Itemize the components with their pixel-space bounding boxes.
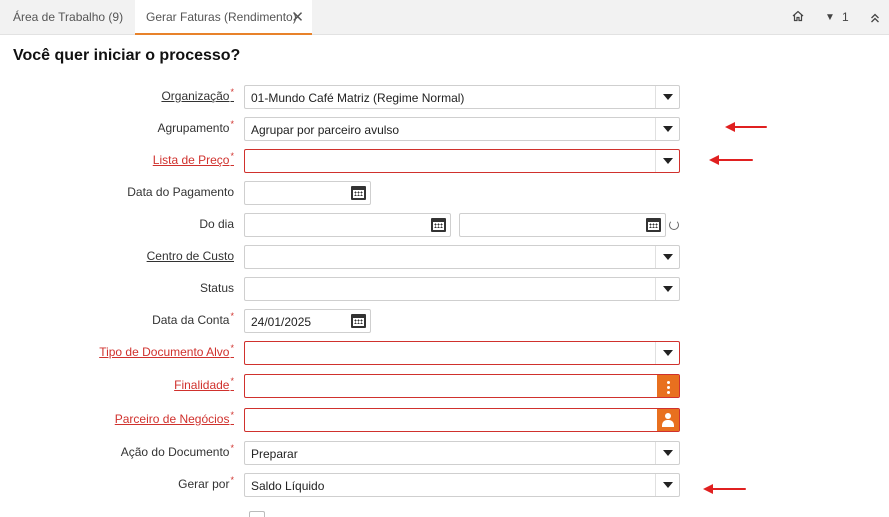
data-conta-label: Data da Conta* [152, 311, 234, 327]
window-count: 1 [842, 10, 849, 24]
required-mark: * [230, 410, 234, 420]
collapse-icon[interactable] [870, 0, 880, 35]
agrupamento-label-text: Agrupamento [157, 121, 230, 135]
finalidade-input[interactable] [244, 374, 680, 398]
row-organizacao: Organização* 01-Mundo Café Matriz (Regim… [0, 85, 889, 109]
parceiro-label-text: Parceiro de Negócios [114, 412, 230, 426]
agrupamento-value: Agrupar por parceiro avulso [251, 123, 400, 137]
organizacao-select[interactable]: 01-Mundo Café Matriz (Regime Normal) [244, 85, 680, 109]
chevron-down-icon[interactable] [655, 246, 679, 268]
gerar-por-value: Saldo Líquido [251, 479, 325, 493]
data-pagamento-label: Data do Pagamento [127, 185, 234, 199]
tipo-documento-label-text: Tipo de Documento Alvo [99, 345, 230, 359]
checkbox[interactable] [249, 511, 265, 517]
do-dia-from-input[interactable] [244, 213, 451, 237]
page-title: Você quer iniciar o processo? [13, 47, 241, 64]
tipo-documento-label[interactable]: Tipo de Documento Alvo* [99, 343, 234, 359]
required-mark: * [230, 443, 234, 453]
organizacao-label[interactable]: Organização* [161, 87, 234, 103]
row-data-conta: Data da Conta* 24/01/2025 [0, 309, 889, 333]
finalidade-label-text: Finalidade [174, 378, 230, 392]
acao-documento-label-text: Ação do Documento [120, 445, 230, 459]
parceiro-input[interactable] [244, 408, 680, 432]
data-pagamento-input[interactable] [244, 181, 371, 205]
acao-documento-value: Preparar [251, 447, 298, 461]
gerar-por-label-text: Gerar por [178, 477, 230, 491]
row-agrupamento: Agrupamento* Agrupar por parceiro avulso [0, 117, 889, 141]
row-finalidade: Finalidade* [0, 374, 889, 398]
acao-documento-label: Ação do Documento* [120, 443, 234, 459]
required-mark: * [230, 475, 234, 485]
person-icon[interactable] [657, 409, 679, 431]
annotation-arrow [709, 155, 753, 165]
calendar-icon[interactable] [349, 184, 368, 202]
required-mark: * [230, 119, 234, 129]
annotation-arrow [703, 484, 746, 494]
gerar-por-label: Gerar por* [178, 475, 234, 491]
row-status: Status [0, 277, 889, 301]
home-icon[interactable] [792, 0, 804, 35]
chevron-down-icon[interactable] [655, 342, 679, 364]
chevron-down-icon[interactable] [655, 474, 679, 496]
parceiro-label[interactable]: Parceiro de Negócios* [114, 410, 234, 426]
row-tipo-documento: Tipo de Documento Alvo* [0, 341, 889, 365]
tab-gerar-faturas[interactable]: Gerar Faturas (Rendimento) ✕ [135, 0, 312, 35]
chevron-down-icon[interactable] [655, 118, 679, 140]
centro-custo-select[interactable] [244, 245, 680, 269]
calendar-icon[interactable] [349, 312, 368, 330]
reset-icon[interactable] [669, 220, 679, 230]
row-lista-preco: Lista de Preço* [0, 149, 889, 173]
calendar-icon[interactable] [644, 216, 663, 234]
chevron-down-icon[interactable] [655, 86, 679, 108]
row-centro-custo: Centro de Custo [0, 245, 889, 269]
lista-preco-label[interactable]: Lista de Preço* [152, 151, 234, 167]
organizacao-value: 01-Mundo Café Matriz (Regime Normal) [251, 91, 465, 105]
status-label: Status [199, 281, 234, 295]
chevron-down-icon[interactable] [655, 150, 679, 172]
do-dia-to-input[interactable] [459, 213, 666, 237]
row-parceiro: Parceiro de Negócios* [0, 408, 889, 432]
annotation-arrow [725, 122, 767, 132]
data-conta-label-text: Data da Conta [152, 313, 230, 327]
required-mark: * [230, 376, 234, 386]
tipo-documento-select[interactable] [244, 341, 680, 365]
lista-preco-select[interactable] [244, 149, 680, 173]
required-mark: * [230, 311, 234, 321]
organizacao-label-text: Organização [161, 89, 230, 103]
centro-custo-label[interactable]: Centro de Custo [147, 249, 234, 263]
chevron-down-icon[interactable]: ▼ [825, 0, 835, 35]
row-data-pagamento: Data do Pagamento [0, 181, 889, 205]
close-icon[interactable]: ✕ [291, 0, 304, 35]
required-mark: * [230, 151, 234, 161]
data-conta-value: 24/01/2025 [251, 315, 312, 329]
tab-bar: Área de Trabalho (9) Gerar Faturas (Rend… [0, 0, 889, 35]
tab-label: Gerar Faturas (Rendimento) [146, 10, 297, 24]
gerar-por-select[interactable]: Saldo Líquido [244, 473, 680, 497]
required-mark: * [230, 87, 234, 97]
status-select[interactable] [244, 277, 680, 301]
row-do-dia: Do dia [0, 213, 889, 237]
acao-documento-select[interactable]: Preparar [244, 441, 680, 465]
agrupamento-label: Agrupamento* [157, 119, 234, 135]
chevron-down-icon[interactable] [655, 442, 679, 464]
calendar-icon[interactable] [429, 216, 448, 234]
chevron-down-icon[interactable] [655, 278, 679, 300]
data-conta-input[interactable]: 24/01/2025 [244, 309, 371, 333]
row-acao-documento: Ação do Documento* Preparar [0, 441, 889, 465]
lista-preco-label-text: Lista de Preço [152, 153, 230, 167]
required-mark: * [230, 343, 234, 353]
tab-area-de-trabalho[interactable]: Área de Trabalho (9) [13, 0, 123, 35]
row-gerar-por: Gerar por* Saldo Líquido [0, 473, 889, 497]
more-options-icon[interactable] [657, 375, 679, 397]
finalidade-label[interactable]: Finalidade* [174, 376, 234, 392]
agrupamento-select[interactable]: Agrupar por parceiro avulso [244, 117, 680, 141]
do-dia-label: Do dia [199, 217, 234, 231]
